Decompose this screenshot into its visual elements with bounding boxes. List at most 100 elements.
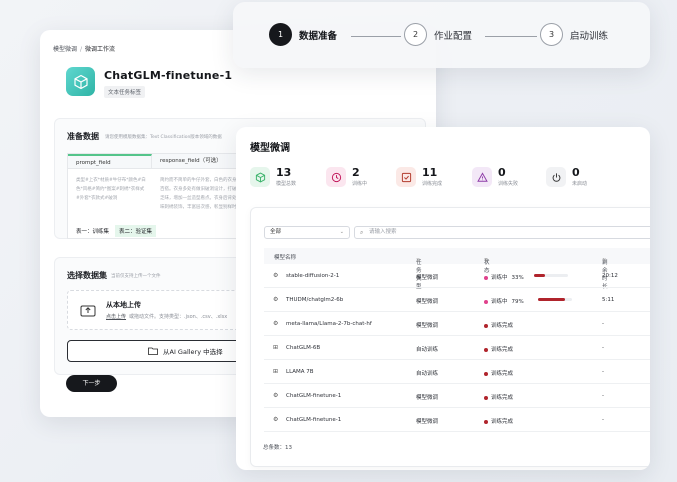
progress-fill [538,298,565,301]
status-text: 训练完成 [491,371,514,377]
table-row[interactable]: ⊞ LLAMA 7B 自动训练 训练完成 - [264,360,650,384]
check-icon [396,167,416,187]
status-text: 训练完成 [491,347,514,353]
upload-description: 点击上传 或拖动文件。支持类型：.json、.csv、.xlsx [106,313,227,320]
search-input[interactable]: ⌕ 请输入搜索 [354,226,650,239]
task-type: 模型微调 [416,323,439,329]
step-label: 数据准备 [299,30,338,42]
status-text: 训练中 [491,299,508,305]
panel-title: 模型微调 [250,143,290,154]
model-name[interactable]: meta-llama/Llama-2-7b-chat-hf [286,321,372,327]
stat-completed: 11 训练完成 [396,167,442,187]
ai-gallery-label: 从AI Gallery 中选择 [163,348,223,356]
step-connector [351,36,401,37]
section-title: 选择数据集 [67,271,107,280]
cube-icon [250,167,270,187]
search-placeholder: 请输入搜索 [369,229,397,235]
stat-value: 11 [422,166,438,179]
search-icon: ⌕ [360,229,364,236]
status-filter-select[interactable]: 全部 ⌄ [264,226,350,239]
remaining-time: - [602,345,604,351]
folder-icon [148,347,158,355]
remaining-time: - [602,369,604,375]
spinner-icon: ⚙ [273,296,279,303]
step-job-config[interactable]: 2 作业配置 [404,23,472,46]
spinner-icon: ⚙ [273,392,279,399]
stat-label: 训练中 [352,181,368,187]
stat-label: 未启动 [572,181,588,187]
step-number: 2 [404,23,427,46]
upload-title: 从本地上传 [106,301,141,309]
table-row[interactable]: ⚙ ChatGLM-finetune-1 模型微调 训练完成 - [264,408,650,432]
sample-cell-prompt: 类型#上衣*材质#牛仔布*颜色#白色*风格#简约*图案#刺绣*衣样式#外套*衣款… [76,178,146,201]
status-dot [484,419,488,424]
task-tag: 文本任务标签 [104,86,146,98]
stat-total: 13 模型总数 [250,167,296,187]
model-name[interactable]: THUDM/chatglm2-6b [286,297,343,303]
column-header-prompt: prompt_field [68,154,152,169]
clock-icon [326,167,346,187]
warning-icon [472,167,492,187]
status-dot [484,395,488,400]
remaining-time: - [602,417,604,423]
table-header: 模型名称 任务类型 ⊽ 状态 ⊽ 剩余时长 ⇅ [264,248,650,290]
tab-train-set[interactable]: 表一：训练集 [72,225,113,237]
status-cell: 训练完成 [484,417,513,425]
stat-label: 训练完成 [422,181,443,187]
model-name[interactable]: ChatGLM-finetune-1 [286,393,341,399]
table-row[interactable]: ⚙ THUDM/chatglm2-6b 模型微调 训练中 79% 5:11 [264,288,650,312]
power-icon [546,167,566,187]
grid-icon: ⊞ [273,368,279,375]
status-dot [484,323,488,328]
header-model-name: 模型名称 [274,255,297,261]
chevron-down-icon: ⌄ [339,229,344,235]
progress-fill [534,274,545,277]
progress-bar [534,274,568,277]
tab-validation-set[interactable]: 表二：验证集 [115,225,157,237]
spinner-icon: ⚙ [273,320,279,327]
task-type: 模型微调 [416,419,439,425]
stat-label: 模型总数 [276,181,297,187]
stat-value: 2 [352,166,360,179]
step-start-training[interactable]: 3 启动训练 [540,23,608,46]
model-name[interactable]: stable-diffusion-2-1 [286,273,339,279]
total-count: 总条数：13 [263,445,292,451]
step-connector [485,36,537,37]
status-cell: 训练中 33% [484,273,524,281]
upload-hint: 或拖动文件。支持类型：.json、.csv、.xlsx [129,314,228,320]
stepper: 1 数据准备 2 作业配置 3 启动训练 [233,2,650,68]
upload-icon [80,305,96,317]
remaining-time: - [602,321,604,327]
model-name[interactable]: ChatGLM-6B [286,345,320,351]
model-name[interactable]: ChatGLM-finetune-1 [286,417,341,423]
app-title: ChatGLM-finetune-1 [104,69,233,82]
status-cell: 训练完成 [484,321,513,329]
spinner-icon: ⚙ [273,416,279,423]
status-cell: 训练完成 [484,345,513,353]
progress-text: 79% [511,299,524,305]
status-text: 训练完成 [491,419,514,425]
remaining-time: 5:11 [602,297,615,303]
progress-text: 33% [511,275,524,281]
table-row[interactable]: ⚙ ChatGLM-finetune-1 模型微调 训练完成 - [264,384,650,408]
table-row[interactable]: ⚙ stable-diffusion-2-1 模型微调 训练中 33% 20:12 [264,264,650,288]
breadcrumb-parent[interactable]: 模型微调 [53,46,77,53]
table-row[interactable]: ⚙ meta-llama/Llama-2-7b-chat-hf 模型微调 训练完成 - [264,312,650,336]
task-type: 模型微调 [416,275,439,281]
next-step-button[interactable]: 下一步 [66,375,117,392]
stat-value: 0 [572,166,580,179]
status-dot [484,371,488,376]
sample-cell-response: 简约而不简单的牛仔外套，白色的衣身十分百搭。衣身多处有做旧破洞设计，打破单调乏味… [160,178,246,210]
upload-link[interactable]: 点击上传 [106,314,126,320]
section-description: 当前仅支持上传一个文件 [111,274,161,279]
status-text: 训练完成 [491,395,514,401]
remaining-time: - [602,393,604,399]
remaining-time: 20:12 [602,273,618,279]
status-cell: 训练完成 [484,393,513,401]
table-row[interactable]: ⊞ ChatGLM-6B 自动训练 训练完成 - [264,336,650,360]
model-name[interactable]: LLAMA 7B [286,369,314,375]
breadcrumb-separator: / [80,46,83,53]
task-type: 自动训练 [416,371,439,377]
step-data-prep[interactable]: 1 数据准备 [269,23,337,46]
status-dot [484,299,488,304]
